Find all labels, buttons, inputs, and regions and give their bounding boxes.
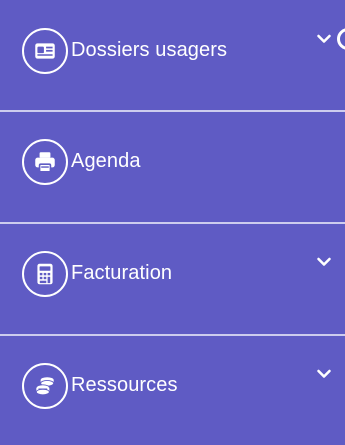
printer-icon: [22, 139, 68, 185]
chevron-down-icon[interactable]: [316, 254, 332, 270]
collapse-handle-icon[interactable]: [337, 28, 345, 50]
coins-icon: [22, 363, 68, 409]
sidebar-item-label: Dossiers usagers: [71, 39, 228, 61]
sidebar-item-facturation[interactable]: Facturation: [0, 223, 345, 333]
sidebar-menu: Dossiers usagers Agenda Facturation Ress…: [0, 0, 345, 444]
sidebar-item-label: Agenda: [71, 150, 141, 172]
chevron-down-icon[interactable]: [316, 366, 332, 382]
sidebar-item-label: Facturation: [71, 262, 173, 284]
sidebar-item-ressources[interactable]: Ressources: [0, 335, 345, 445]
sidebar-item-agenda[interactable]: Agenda: [0, 111, 345, 221]
chevron-down-icon[interactable]: [316, 31, 332, 47]
sidebar-item-label: Ressources: [71, 374, 178, 396]
id-card-icon: [22, 28, 68, 74]
sidebar-item-dossiers-usagers[interactable]: Dossiers usagers: [0, 0, 345, 110]
calculator-icon: [22, 251, 68, 297]
